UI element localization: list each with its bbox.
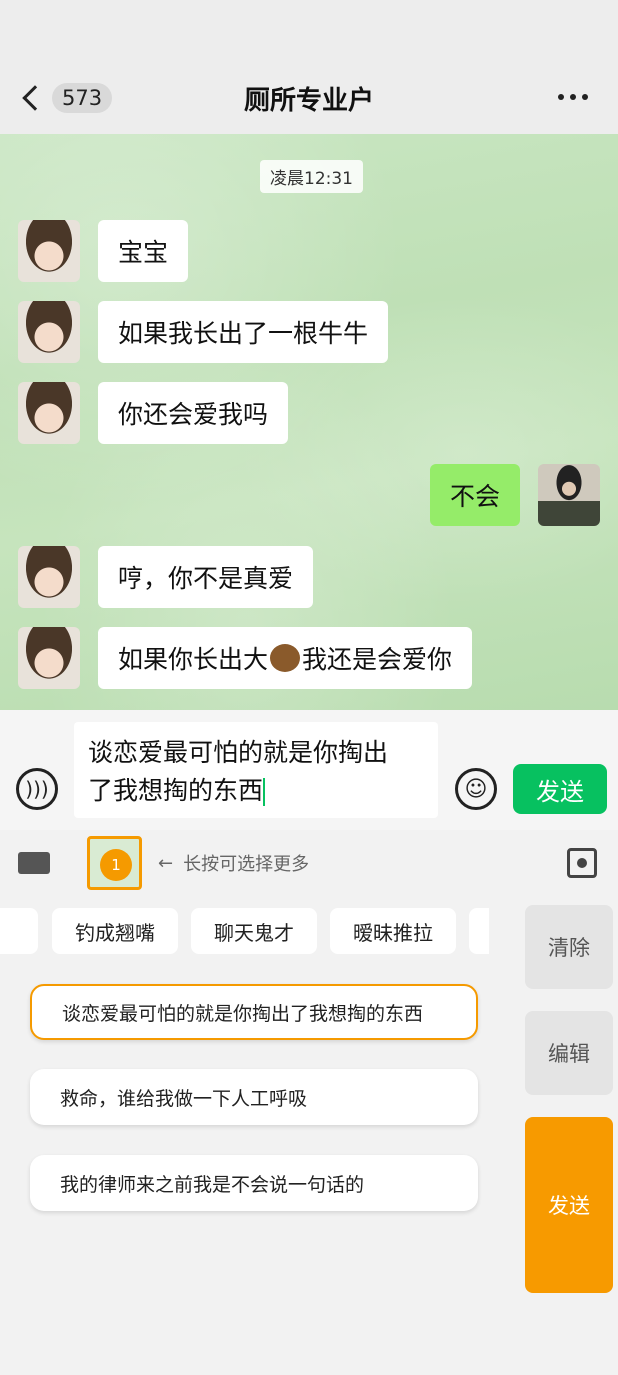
hint-label: 长按可选择更多 xyxy=(183,854,310,875)
hint-text: ← 长按可选择更多 xyxy=(158,850,309,876)
dot-icon xyxy=(582,94,588,100)
message-bubble[interactable]: 哼，你不是真爱 xyxy=(98,546,314,608)
chip-partial[interactable] xyxy=(469,908,489,954)
selected-screenshot-thumbnail[interactable]: 1 xyxy=(87,836,142,890)
text-caret xyxy=(263,778,266,806)
message-text: 如果你长出大 xyxy=(118,645,269,674)
timestamp: 凌晨12:31 xyxy=(260,160,363,193)
avatar[interactable] xyxy=(538,464,600,526)
emoji-button[interactable]: ☺ xyxy=(455,768,497,810)
input-bar: ))) 谈恋爱最可怕的就是你掏出 了我想掏的东西 ☺ 发送 xyxy=(0,710,618,830)
message-bubble[interactable]: 如果你长出大 我还是会爱你 xyxy=(98,627,473,689)
suggestion-card[interactable]: 我的律师来之前我是不会说一句话的 xyxy=(30,1155,478,1211)
bear-emoji-icon xyxy=(270,644,301,672)
message-row: 不会 xyxy=(429,464,600,526)
avatar[interactable] xyxy=(18,382,80,444)
more-options-button[interactable] xyxy=(558,94,588,100)
suggestion-card[interactable]: 救命，谁给我做一下人工呼吸 xyxy=(30,1069,478,1125)
chip-partial[interactable] xyxy=(0,908,38,954)
voice-icon: ))) xyxy=(25,777,49,801)
message-row: 你还会爱我吗 xyxy=(18,382,289,444)
edit-button[interactable]: 编辑 xyxy=(525,1011,613,1095)
message-row: 宝宝 xyxy=(18,220,189,282)
suggestion-panel: 1 ← 长按可选择更多 钓成翘嘴 聊天鬼才 暧昧推拉 谈恋爱最可怕的就是你掏出了… xyxy=(0,830,618,1375)
style-chips: 钓成翘嘴 聊天鬼才 暧昧推拉 xyxy=(0,908,500,954)
clear-button[interactable]: 清除 xyxy=(525,905,613,989)
chat-area[interactable]: 凌晨12:31 宝宝 如果我长出了一根牛牛 你还会爱我吗 不会 哼，你不是真爱 … xyxy=(0,134,618,710)
chat-header: 573 厕所专业户 xyxy=(0,0,618,134)
message-row: 哼，你不是真爱 xyxy=(18,546,314,608)
suggestion-card[interactable]: 谈恋爱最可怕的就是你掏出了我想掏的东西 xyxy=(30,984,478,1040)
avatar[interactable] xyxy=(18,546,80,608)
dot-icon xyxy=(558,94,564,100)
keyboard-icon[interactable] xyxy=(18,852,50,874)
message-bubble[interactable]: 宝宝 xyxy=(98,220,189,282)
chat-title: 厕所专业户 xyxy=(243,86,374,116)
dot-icon xyxy=(570,94,576,100)
message-input[interactable]: 谈恋爱最可怕的就是你掏出 了我想掏的东西 xyxy=(74,722,438,818)
chip-style[interactable]: 聊天鬼才 xyxy=(191,908,317,954)
message-text: 我还是会爱你 xyxy=(302,645,453,674)
message-bubble[interactable]: 你还会爱我吗 xyxy=(98,382,289,444)
smiley-icon: ☺ xyxy=(464,776,488,802)
message-row: 如果我长出了一根牛牛 xyxy=(18,301,389,363)
chip-style[interactable]: 暧昧推拉 xyxy=(330,908,456,954)
voice-input-button[interactable]: ))) xyxy=(16,768,58,810)
avatar[interactable] xyxy=(18,627,80,689)
input-text-line: 谈恋爱最可怕的就是你掏出 xyxy=(88,738,389,767)
avatar[interactable] xyxy=(18,220,80,282)
chip-style[interactable]: 钓成翘嘴 xyxy=(52,908,178,954)
input-text: 了我想掏的东西 xyxy=(88,776,264,805)
arrow-left-icon: ← xyxy=(158,852,174,874)
send-button[interactable]: 发送 xyxy=(513,764,607,814)
avatar[interactable] xyxy=(18,301,80,363)
message-bubble[interactable]: 不会 xyxy=(429,464,520,526)
panel-send-button[interactable]: 发送 xyxy=(525,1117,613,1293)
message-row: 如果你长出大 我还是会爱你 xyxy=(18,627,473,689)
input-text-line: 了我想掏的东西 xyxy=(88,772,424,810)
scan-icon[interactable] xyxy=(567,848,597,878)
message-bubble[interactable]: 如果我长出了一根牛牛 xyxy=(98,301,389,363)
selection-count-badge: 1 xyxy=(100,849,132,881)
